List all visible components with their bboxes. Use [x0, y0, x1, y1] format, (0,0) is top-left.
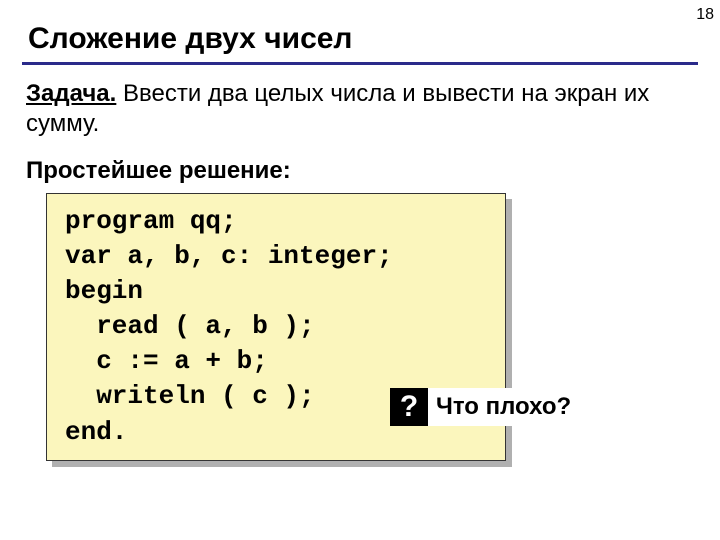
code-line: begin: [65, 276, 143, 306]
code-line: read ( a, b );: [65, 311, 315, 341]
task-text: Ввести два целых числа и вывести на экра…: [26, 80, 649, 137]
page-number: 18: [696, 6, 714, 24]
task-label: Задача.: [26, 80, 116, 107]
callout-text: Что плохо?: [436, 393, 577, 421]
solution-label: Простейшее решение:: [0, 139, 720, 193]
code-line: var a, b, c: integer;: [65, 241, 393, 271]
code-line: c := a + b;: [65, 346, 268, 376]
question-mark-icon: ?: [390, 388, 428, 426]
question-callout: ? Что плохо?: [390, 388, 583, 426]
code-line: writeln ( c );: [65, 381, 315, 411]
code-line: end.: [65, 417, 127, 447]
slide-title: Сложение двух чисел: [0, 0, 720, 62]
code-line: program qq;: [65, 206, 237, 236]
task-paragraph: Задача. Ввести два целых числа и вывести…: [0, 65, 720, 139]
